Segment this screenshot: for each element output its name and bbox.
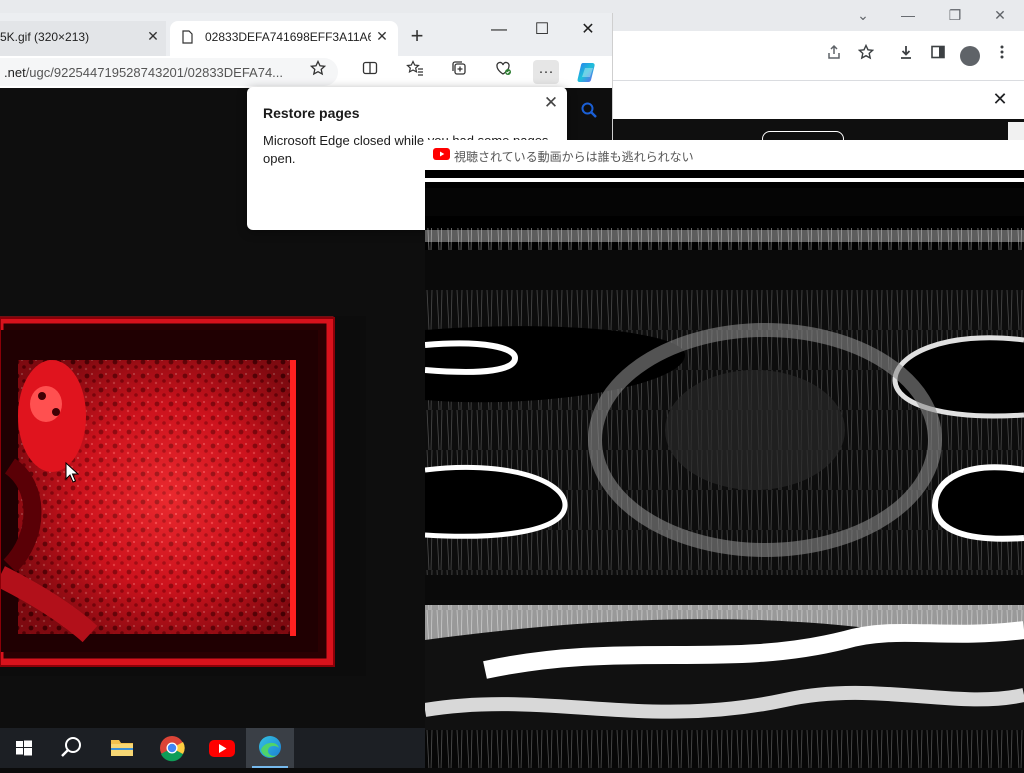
copilot-icon[interactable] bbox=[576, 61, 600, 83]
menu-icon[interactable] bbox=[990, 44, 1014, 68]
favorites-icon[interactable] bbox=[402, 60, 428, 84]
edge-icon bbox=[259, 736, 281, 758]
search-button[interactable] bbox=[48, 728, 96, 768]
tab-title: 02833DEFA741698EFF3A11A61 bbox=[205, 30, 371, 44]
tab-gif[interactable]: 5K.gif (320×213) ✕ bbox=[0, 21, 166, 56]
search-icon bbox=[61, 737, 81, 757]
youtube-window-title: 視聴されている動画からは誰も逃れられない bbox=[454, 150, 694, 164]
infobar-close-icon[interactable]: ✕ bbox=[990, 89, 1010, 109]
taskbar bbox=[0, 728, 425, 768]
windows-icon bbox=[16, 740, 32, 756]
youtube-titlebar: 視聴されている動画からは誰も逃れられない bbox=[425, 140, 1024, 170]
chrome-scrollbar[interactable] bbox=[1008, 122, 1024, 142]
tab-title: 5K.gif (320×213) bbox=[0, 30, 90, 44]
chrome-close-button[interactable]: ✕ bbox=[990, 6, 1010, 24]
chrome-icon bbox=[160, 736, 185, 762]
favorite-star-icon[interactable] bbox=[305, 59, 331, 84]
maximize-button[interactable]: ☐ bbox=[528, 19, 556, 41]
chrome-tab-search-icon[interactable]: ⌄ bbox=[853, 6, 873, 24]
gif-image bbox=[0, 316, 366, 676]
split-screen-icon[interactable] bbox=[357, 60, 383, 84]
star-icon[interactable] bbox=[854, 43, 878, 68]
document-icon bbox=[182, 30, 193, 44]
youtube-taskbar-button[interactable] bbox=[198, 728, 246, 768]
collections-icon[interactable] bbox=[446, 60, 472, 84]
youtube-window: 視聴されている動画からは誰も逃れられない bbox=[425, 140, 1024, 768]
address-path: /ugc/922544719528743201/02833DEFA74... bbox=[25, 65, 284, 80]
edge-tabstrip: 5K.gif (320×213) ✕ 02833DEFA741698EFF3A1… bbox=[0, 13, 612, 56]
sidebar-icon[interactable] bbox=[926, 44, 950, 68]
video-frame[interactable] bbox=[425, 170, 1024, 768]
share-icon[interactable] bbox=[822, 44, 846, 68]
chrome-restore-button[interactable]: ❐ bbox=[945, 6, 965, 24]
more-icon[interactable]: ··· bbox=[533, 60, 559, 84]
chrome-minimize-button[interactable]: — bbox=[898, 6, 918, 24]
address-bar[interactable]: .net/ugc/922544719528743201/02833DEFA74.… bbox=[0, 58, 338, 86]
close-icon[interactable]: ✕ bbox=[145, 28, 161, 44]
folder-icon bbox=[111, 740, 133, 756]
profile-icon[interactable] bbox=[960, 46, 980, 66]
address-text[interactable]: .net/ugc/922544719528743201/02833DEFA74.… bbox=[4, 65, 283, 80]
address-host: .net bbox=[4, 65, 26, 80]
youtube-icon bbox=[433, 148, 450, 160]
youtube-icon bbox=[209, 740, 235, 757]
tab-image[interactable]: 02833DEFA741698EFF3A11A61 ✕ bbox=[170, 21, 398, 56]
edge-taskbar-button[interactable] bbox=[246, 728, 294, 768]
popup-title: Restore pages bbox=[263, 105, 360, 121]
close-button[interactable]: ✕ bbox=[574, 19, 602, 41]
start-button[interactable] bbox=[0, 728, 48, 768]
search-icon[interactable] bbox=[578, 101, 600, 123]
close-icon[interactable]: ✕ bbox=[374, 28, 390, 44]
close-icon[interactable]: ✕ bbox=[542, 94, 560, 112]
minimize-button[interactable]: — bbox=[485, 19, 513, 41]
download-icon[interactable] bbox=[894, 44, 918, 68]
edge-toolbar: .net/ugc/922544719528743201/02833DEFA74.… bbox=[0, 56, 612, 88]
file-explorer-button[interactable] bbox=[98, 728, 146, 768]
browser-essentials-icon[interactable] bbox=[490, 60, 516, 84]
new-tab-button[interactable]: + bbox=[406, 25, 428, 47]
mouse-cursor-icon bbox=[65, 462, 79, 483]
chrome-taskbar-button[interactable] bbox=[148, 728, 196, 768]
